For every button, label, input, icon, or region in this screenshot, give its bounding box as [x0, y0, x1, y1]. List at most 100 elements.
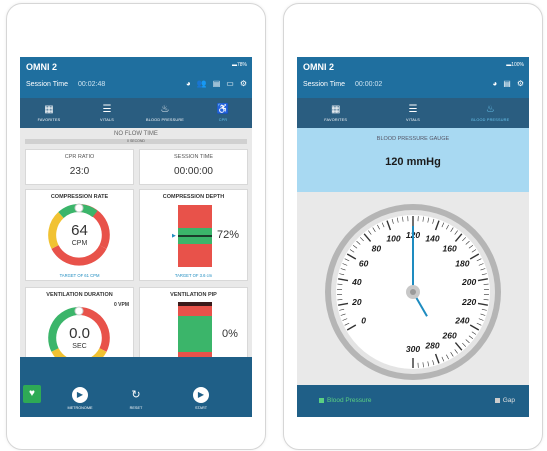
ventilation-pip-value: 0%: [222, 328, 238, 340]
legend-blood-pressure: Blood Pressure: [319, 397, 371, 404]
gauge-tick-label: 140: [425, 233, 439, 243]
sliders-icon: ☰: [408, 104, 418, 115]
compression-rate-title: COMPRESSION RATE: [50, 194, 109, 200]
gauge-label: BLOOD PRESSURE GAUGE: [376, 136, 450, 142]
app-title: OMNI 2: [26, 62, 58, 72]
gauge-red-arc-lower: [51, 244, 107, 266]
grid-icon: ▦: [44, 104, 54, 115]
gear-icon[interactable]: ⚙: [517, 79, 524, 88]
session-time-card-value: 00:00:00: [174, 166, 213, 177]
gauge-tick-label: 200: [461, 277, 476, 287]
legend-swatch-gap: [494, 397, 500, 403]
blood-pressure-icon: ♨: [485, 104, 495, 115]
depth-indicator: [178, 235, 212, 237]
palette-icon[interactable]: ◕: [186, 79, 191, 88]
tab-favorites[interactable]: ▦ FAVORITES: [297, 98, 374, 128]
pip-target-zone: [178, 316, 212, 352]
gauge-tick-label: 20: [351, 297, 362, 307]
gauge-tick-label: 260: [442, 331, 457, 341]
pip-top-marker: [178, 302, 212, 306]
gauge-tick-label: 220: [461, 297, 476, 307]
nav-tabs: ▦ FAVORITES ☰ VITALS ♨ BLOOD PRESSURE: [297, 98, 529, 128]
compression-depth-card: COMPRESSION DEPTH ▶ 72% TARGET OF 3.6 cm: [139, 189, 248, 281]
session-time: 00:02:48: [78, 81, 106, 88]
battery-indicator: ▬100%: [506, 62, 524, 68]
header-icons: ◕ 👥 ▤ ▭ ⚙: [186, 79, 247, 88]
tab-vitals[interactable]: ☰ VITALS: [78, 98, 136, 128]
app-title: OMNI 2: [303, 62, 335, 72]
ventilation-duration-unit: SEC: [72, 343, 87, 350]
start-button[interactable]: ▶: [193, 387, 209, 403]
tab-blood-pressure[interactable]: ♨ BLOOD PRESSURE: [136, 98, 194, 128]
start-label: START: [194, 406, 208, 410]
battery-level: 78%: [236, 62, 247, 68]
tab-label: CPR: [218, 118, 228, 122]
tab-favorites[interactable]: ▦ FAVORITES: [20, 98, 78, 128]
tab-cpr[interactable]: ♿ CPR: [194, 98, 252, 128]
depth-pointer-icon: ▶: [172, 233, 176, 239]
gauge-header: BLOOD PRESSURE GAUGE 120 mmHg: [297, 128, 529, 192]
app-header: OMNI 2 ▬100% Session Time 00:00:02 ◕ ▤ ⚙: [297, 57, 529, 98]
vpm-value: 0 VPM: [113, 302, 129, 308]
pip-bar: [178, 302, 212, 364]
blood-pressure-screen: OMNI 2 ▬100% Session Time 00:00:02 ◕ ▤ ⚙…: [297, 57, 529, 417]
pressure-gauge: 0204060801001201401601802002202402602803…: [325, 204, 501, 380]
gauge-value: 120 mmHg: [385, 156, 441, 168]
session-label: Session Time: [303, 81, 346, 88]
gear-icon[interactable]: ⚙: [240, 79, 247, 88]
gauge-tick-label: 60: [359, 259, 369, 269]
session-time-card-label: SESSION TIME: [173, 154, 214, 160]
message-icon[interactable]: ▤: [503, 79, 511, 88]
ventilation-duration-title: VENTILATION DURATION: [46, 292, 113, 298]
blood-pressure-icon: ♨: [160, 104, 170, 115]
tab-label: BLOOD PRESSURE: [471, 118, 510, 122]
compression-depth-target: TARGET OF 3.6 cm: [174, 273, 213, 278]
compression-rate-target: TARGET OF 61 CPM: [59, 273, 100, 278]
tab-label: VITALS: [99, 118, 114, 122]
compression-rate-unit: CPM: [71, 240, 88, 247]
reset-button[interactable]: ↻: [128, 387, 144, 403]
gauge-tick-label: 180: [455, 259, 469, 269]
tab-label: FAVORITES: [37, 118, 61, 122]
tab-vitals[interactable]: ☰ VITALS: [374, 98, 451, 128]
heart-icon[interactable]: ♥: [23, 385, 41, 403]
app-header: OMNI 2 ▬78% Session Time 00:02:48 ◕ 👥 ▤ …: [20, 57, 252, 98]
tablet-right: OMNI 2 ▬100% Session Time 00:00:02 ◕ ▤ ⚙…: [283, 3, 543, 450]
palette-icon[interactable]: ◕: [492, 79, 497, 88]
tab-label: VITALS: [405, 118, 420, 122]
compression-rate-value: 64: [71, 222, 88, 239]
cpr-screen: OMNI 2 ▬78% Session Time 00:02:48 ◕ 👥 ▤ …: [20, 57, 252, 417]
cpr-icon: ♿: [216, 104, 230, 115]
compression-depth-value: 72%: [217, 229, 240, 241]
legend-bp-label: Blood Pressure: [327, 397, 372, 404]
session-label: Session Time: [26, 81, 69, 88]
legend-gap: Gap: [494, 397, 515, 404]
screen-icon[interactable]: ▭: [226, 79, 234, 88]
battery-indicator: ▬78%: [231, 62, 247, 68]
session-time: 00:00:02: [355, 81, 383, 88]
gauge-tick-label: 160: [443, 243, 457, 253]
reset-label: RESET: [129, 406, 143, 410]
users-icon[interactable]: 👥: [197, 79, 207, 88]
bottom-bar: ▶ METRONOME ↻ RESET ▶ START: [20, 357, 252, 417]
legend-gap-label: Gap: [502, 397, 515, 404]
ventilation-pip-title: VENTILATION PIP: [170, 292, 217, 298]
session-time-card: SESSION TIME 00:00:00: [139, 149, 248, 185]
ventilation-duration-value: 0.0: [69, 325, 90, 342]
cpr-ratio-value: 23:0: [69, 166, 90, 177]
legend-bar: Blood Pressure Gap: [297, 385, 529, 417]
grid-icon: ▦: [330, 104, 341, 115]
no-flow-bar: 0 SECOND: [25, 139, 247, 144]
battery-level: 100%: [511, 62, 524, 68]
gauge-hub-center: [410, 289, 416, 295]
tab-label: FAVORITES: [324, 118, 348, 122]
cpr-ratio-label: CPR RATIO: [64, 154, 95, 160]
gauge-marker: [74, 306, 84, 316]
tab-blood-pressure[interactable]: ♨ BLOOD PRESSURE: [452, 98, 529, 128]
no-flow-label: NO FLOW TIME: [114, 131, 158, 137]
metronome-label: METRONOME: [67, 406, 93, 410]
legend-swatch-bp: [319, 397, 324, 403]
message-icon[interactable]: ▤: [213, 79, 221, 88]
tab-label: BLOOD PRESSURE: [145, 118, 185, 122]
metronome-button[interactable]: ▶: [72, 387, 88, 403]
